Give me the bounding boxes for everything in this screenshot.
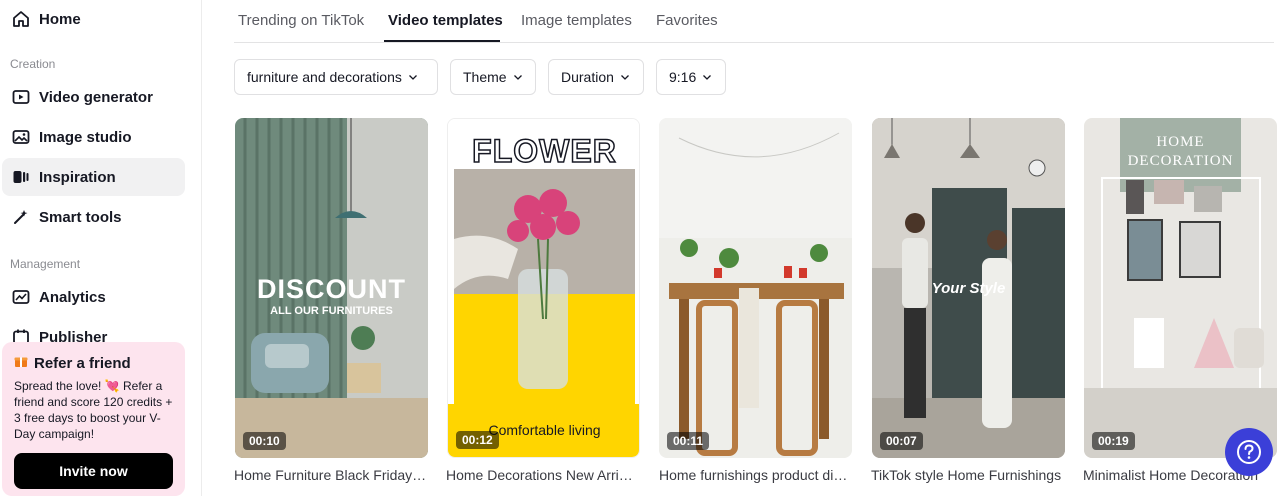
thumbnail-overlay-subtitle: DECORATION <box>1127 153 1234 169</box>
home-icon <box>11 9 31 29</box>
sidebar-item-analytics[interactable]: Analytics <box>2 278 185 316</box>
refer-title: Refer a friend <box>14 354 173 372</box>
sidebar-item-video-generator[interactable]: Video generator <box>2 78 185 116</box>
aspect-ratio-filter-dropdown[interactable]: 9:16 <box>656 59 726 95</box>
sidebar-item-label: Smart tools <box>39 208 122 226</box>
filter-label: Theme <box>463 69 507 85</box>
sidebar-item-label: Home <box>39 10 81 28</box>
refer-title-text: Refer a friend <box>34 354 131 372</box>
sidebar-item-label: Video generator <box>39 88 153 106</box>
template-tabs: Trending on TikTok Video templates Image… <box>234 0 1274 43</box>
thumbnail-overlay-subtitle: ALL OUR FURNITURES <box>270 305 393 317</box>
refer-text: Spread the love! 💘 Refer a friend and sc… <box>14 379 173 441</box>
section-label-management: Management <box>10 257 81 271</box>
template-thumbnail <box>659 118 852 458</box>
sidebar-item-label: Inspiration <box>39 168 116 186</box>
active-tab-underline <box>384 40 500 42</box>
filter-label: 9:16 <box>669 69 697 85</box>
chevron-down-icon <box>513 75 522 80</box>
template-card[interactable]: HOME DECORATION 00:19 <box>1084 118 1277 458</box>
image-studio-icon <box>11 127 31 147</box>
help-button[interactable] <box>1225 428 1273 476</box>
magic-wand-icon <box>11 207 31 227</box>
template-title[interactable]: Home furnishings product display <box>659 467 852 483</box>
theme-filter-dropdown[interactable]: Theme <box>450 59 536 95</box>
filter-label: Duration <box>561 69 614 85</box>
sidebar-item-image-studio[interactable]: Image studio <box>2 118 185 156</box>
sidebar-item-label: Image studio <box>39 128 132 146</box>
tab-image-templates[interactable]: Image templates <box>521 12 632 29</box>
tab-favorites[interactable]: Favorites <box>656 12 718 29</box>
category-filter-dropdown[interactable]: furniture and decorations <box>234 59 438 95</box>
question-mark-icon <box>1237 440 1261 464</box>
template-card[interactable]: FLOWER Comfortable living 00:12 <box>447 118 640 458</box>
tab-video-templates[interactable]: Video templates <box>388 12 503 29</box>
chevron-down-icon <box>703 75 712 80</box>
duration-filter-dropdown[interactable]: Duration <box>548 59 644 95</box>
thumbnail-overlay-title: DISCOUNT <box>257 274 406 304</box>
template-title[interactable]: Home Decorations New Arrivals <box>446 467 639 483</box>
chevron-down-icon <box>408 75 417 80</box>
video-generator-icon <box>11 87 31 107</box>
duration-badge: 00:07 <box>880 432 923 450</box>
sidebar-item-inspiration[interactable]: Inspiration <box>2 158 185 196</box>
template-card[interactable]: 00:11 <box>659 118 852 458</box>
sidebar-item-label: Analytics <box>39 288 106 306</box>
refer-card: Refer a friend Spread the love! 💘 Refer … <box>2 342 185 496</box>
thumbnail-overlay-title: Your Style <box>931 280 1006 297</box>
thumbnail-overlay-title: FLOWER <box>471 132 617 170</box>
chevron-down-icon <box>620 75 629 80</box>
thumbnail-overlay-title: HOME <box>1156 134 1205 150</box>
duration-badge: 00:10 <box>243 432 286 450</box>
template-title[interactable]: Home Furniture Black Friday Sale <box>234 467 427 483</box>
analytics-icon <box>11 287 31 307</box>
gift-icon <box>14 354 28 372</box>
sidebar-item-home[interactable]: Home <box>2 0 185 38</box>
template-title[interactable]: TikTok style Home Furnishings <box>871 467 1064 483</box>
filter-label: furniture and decorations <box>247 69 402 85</box>
sidebar-item-smart-tools[interactable]: Smart tools <box>2 198 185 236</box>
duration-badge: 00:12 <box>456 431 499 449</box>
tab-trending-on-tiktok[interactable]: Trending on TikTok <box>238 12 364 29</box>
template-card[interactable]: DISCOUNT ALL OUR FURNITURES 00:10 <box>235 118 428 458</box>
sidebar: Home Creation Video generator Image stud… <box>0 0 202 496</box>
template-card[interactable]: Your Style 00:07 <box>872 118 1065 458</box>
inspiration-icon <box>11 167 31 187</box>
duration-badge: 00:11 <box>667 432 710 450</box>
section-label-creation: Creation <box>10 57 56 71</box>
duration-badge: 00:19 <box>1092 432 1135 450</box>
invite-now-button[interactable]: Invite now <box>14 453 173 489</box>
